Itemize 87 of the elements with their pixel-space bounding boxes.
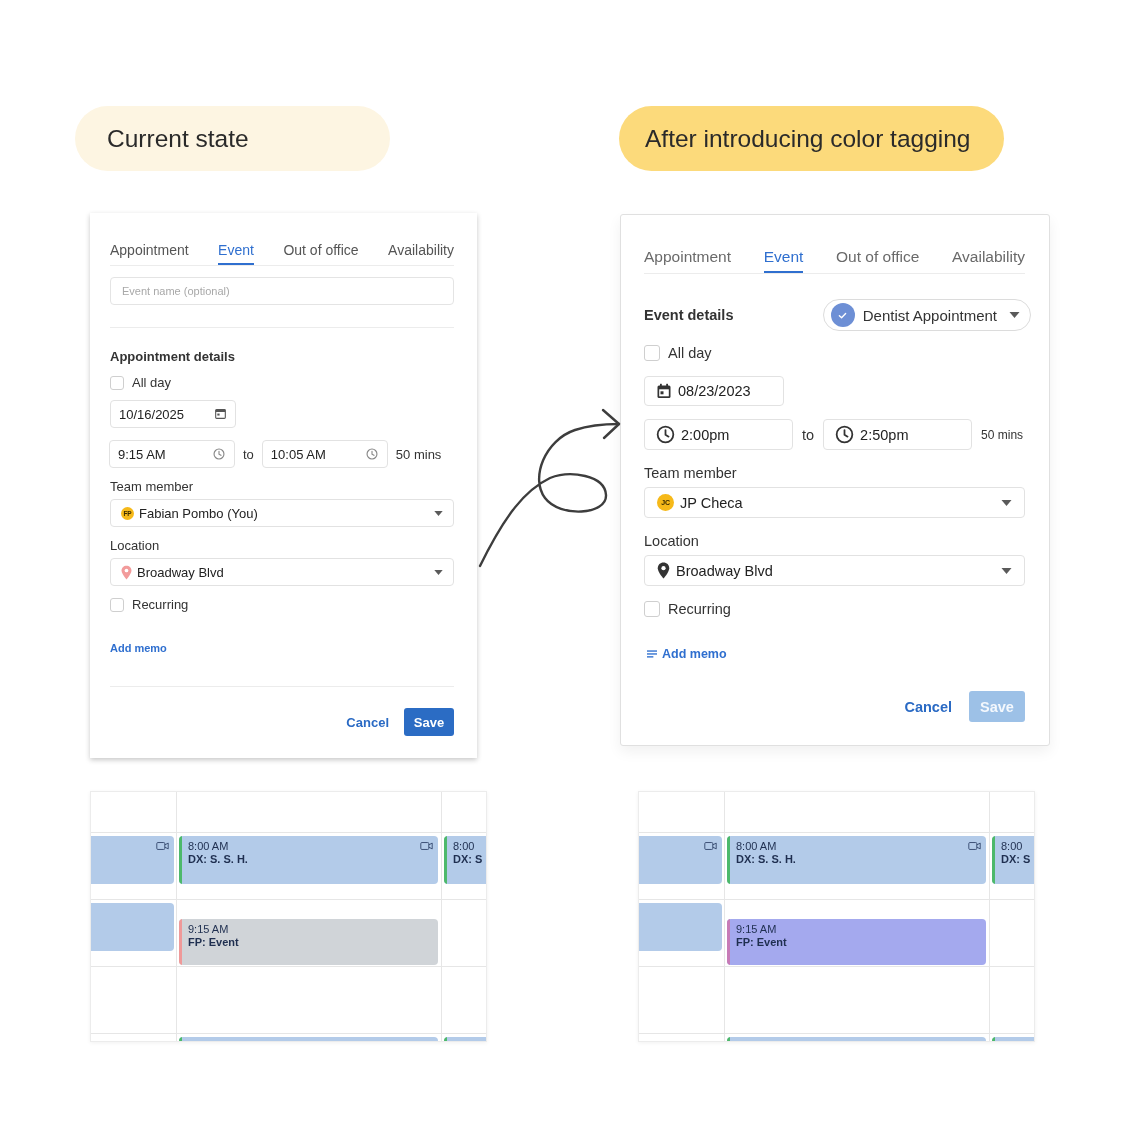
event-time: 8:00 AM [188,840,230,853]
time-field[interactable]: 9:15 AM [109,440,235,468]
add-memo-link[interactable]: Add memo [647,647,727,661]
calendar-event[interactable]: 8:00 AM DX: S. S. H. [727,836,986,884]
cancel-button[interactable]: Cancel [904,698,952,715]
checkbox-label: All day [132,375,172,391]
event-name-field[interactable]: Event name (optional) [110,277,454,305]
section-title: Appointment details [110,348,235,364]
event-title: DX: S [453,853,483,866]
calendar-event[interactable]: 8:00 DX: S [444,836,486,884]
tab[interactable]: Out of office [283,239,359,265]
location-pin-icon [657,562,670,579]
field-label: Location [644,533,700,549]
tag-dropdown[interactable]: Dentist Appointment [822,299,1031,331]
tab[interactable]: Event [218,239,254,265]
calendar-event[interactable] [91,903,174,951]
to-label: to [802,426,815,443]
calendar-icon [215,409,226,419]
video-camera-icon [704,842,717,850]
event-title: FP: Event [736,936,787,949]
calendar-event[interactable] [91,836,174,884]
event-block[interactable] [444,1037,486,1041]
caret-icon [434,510,443,516]
event-time: 9:15 AM [736,923,778,936]
calendar-event[interactable] [639,903,722,951]
field-label: Team member [110,479,195,495]
location-pin-icon [121,564,132,580]
tab[interactable]: Availability [952,245,1025,273]
clock-icon [835,425,855,444]
event-block[interactable] [992,1037,1034,1041]
checkbox-label: Recurring [132,597,189,613]
event-title: DX: S [1001,853,1031,866]
calendar-event[interactable]: 8:00 AM DX: S. S. H. [179,836,438,884]
date-field[interactable]: 08/23/2023 [644,376,784,406]
tab[interactable]: Availability [388,239,454,265]
checkbox-label: All day [668,345,712,361]
event-time: 9:15 AM [188,923,230,936]
section-title: Event details [644,307,734,323]
tab[interactable]: Out of office [836,245,920,273]
time-field[interactable]: 2:00pm [644,419,793,450]
cancel-button[interactable]: Cancel [346,714,389,730]
checkbox-label: Recurring [668,601,731,617]
caret-icon [1001,567,1012,574]
event-block[interactable] [727,1037,986,1041]
checkbox[interactable] [110,598,124,612]
date-field[interactable]: 10/16/2025 [110,400,236,428]
text-lines-icon [647,650,657,658]
clock-icon [213,448,225,460]
location-select[interactable]: Broadway Blvd [644,555,1025,586]
event-block[interactable] [179,1037,438,1041]
calendar-icon [656,383,672,399]
calendar-event[interactable]: 9:15 AM FP: Event [727,919,986,965]
caret-icon [1009,312,1020,318]
to-label: to [243,446,254,462]
section-heading: Current state [75,106,390,171]
location-select[interactable]: Broadway Blvd [110,558,454,586]
event-title: DX: S. S. H. [736,853,796,866]
calendar-event[interactable] [639,836,722,884]
duration-label: 50 mins [981,427,1024,442]
event-title: DX: S. S. H. [188,853,248,866]
tab[interactable]: Event [763,245,804,273]
video-camera-icon [968,842,981,850]
caret-icon [434,569,443,575]
save-button[interactable]: Save [404,708,454,736]
event-time: 8:00 [1001,840,1024,853]
clock-icon [656,425,675,444]
tab[interactable]: Appointment [110,239,189,265]
field-label: Location [110,538,161,554]
clock-icon [365,448,378,460]
checkbox[interactable] [644,601,660,617]
event-time: 8:00 AM [736,840,778,853]
calendar-event[interactable]: 8:00 DX: S [992,836,1034,884]
time-field[interactable]: 10:05 AM [261,440,388,468]
field-label: Team member [644,465,738,481]
video-camera-icon [420,842,433,850]
checkbox[interactable] [644,345,660,361]
tab[interactable]: Appointment [644,245,732,273]
calendar-event[interactable]: 9:15 AM FP: Event [179,919,438,965]
checkbox[interactable] [110,376,124,390]
event-title: FP: Event [188,936,239,949]
section-heading: After introducing color tagging [619,106,1004,171]
time-field[interactable]: 2:50pm [823,419,973,450]
video-camera-icon [156,842,169,850]
event-time: 8:00 [453,840,476,853]
caret-icon [1001,499,1012,506]
add-memo-link[interactable]: Add memo [110,641,167,655]
duration-label: 50 mins [395,446,442,462]
